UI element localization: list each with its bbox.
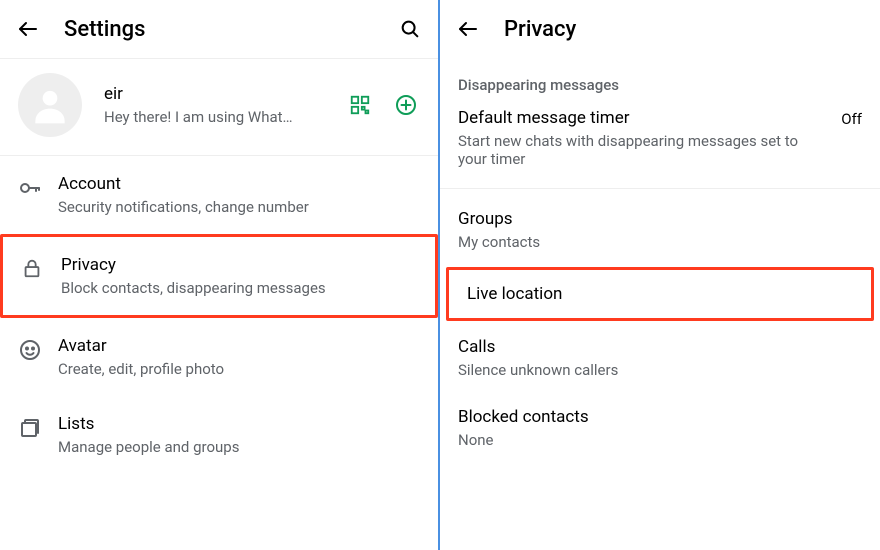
- privacy-panel: Privacy Disappearing messages Default me…: [440, 0, 880, 550]
- plus-circle-icon: [394, 93, 418, 117]
- live-location-item[interactable]: Live location: [446, 267, 874, 321]
- avatar: [18, 73, 82, 137]
- blocked-contacts-item[interactable]: Blocked contacts None: [440, 393, 880, 463]
- settings-header: Settings: [0, 0, 438, 58]
- search-button[interactable]: [396, 15, 424, 43]
- account-item[interactable]: Account Security notifications, change n…: [0, 156, 438, 234]
- key-icon: [18, 176, 42, 200]
- live-location-title: Live location: [467, 284, 853, 304]
- avatar-title: Avatar: [58, 336, 420, 356]
- calls-sub: Silence unknown callers: [458, 361, 862, 379]
- settings-panel: Settings eir Hey there! I am using What……: [0, 0, 440, 550]
- profile-actions: [346, 91, 420, 119]
- back-button[interactable]: [14, 15, 42, 43]
- groups-item[interactable]: Groups My contacts: [440, 195, 880, 265]
- face-icon: [18, 338, 42, 362]
- default-timer-title: Default message timer: [458, 108, 827, 128]
- person-icon: [28, 83, 72, 127]
- privacy-page-title: Privacy: [504, 17, 866, 42]
- lists-sub: Manage people and groups: [58, 438, 420, 456]
- search-icon: [399, 18, 421, 40]
- lists-title: Lists: [58, 414, 420, 434]
- blocked-sub: None: [458, 431, 862, 449]
- calls-item[interactable]: Calls Silence unknown callers: [440, 323, 880, 393]
- lists-item[interactable]: Lists Manage people and groups: [0, 396, 438, 474]
- arrow-back-icon: [456, 17, 480, 41]
- avatar-sub: Create, edit, profile photo: [58, 360, 420, 378]
- profile-name: eir: [104, 84, 338, 104]
- qr-code-icon: [349, 94, 371, 116]
- privacy-sub: Block contacts, disappearing messages: [61, 279, 417, 297]
- lock-icon: [21, 257, 43, 279]
- disappearing-section-header: Disappearing messages: [440, 58, 880, 100]
- privacy-title: Privacy: [61, 255, 417, 275]
- profile-text: eir Hey there! I am using What…: [104, 84, 338, 126]
- calls-title: Calls: [458, 337, 862, 357]
- account-title: Account: [58, 174, 420, 194]
- add-account-button[interactable]: [392, 91, 420, 119]
- lists-icon: [18, 416, 42, 440]
- profile-row[interactable]: eir Hey there! I am using What…: [0, 58, 438, 156]
- qr-code-button[interactable]: [346, 91, 374, 119]
- privacy-item[interactable]: Privacy Block contacts, disappearing mes…: [0, 234, 438, 318]
- privacy-header: Privacy: [440, 0, 880, 58]
- blocked-title: Blocked contacts: [458, 407, 862, 427]
- back-button-privacy[interactable]: [454, 15, 482, 43]
- profile-status: Hey there! I am using What…: [104, 108, 338, 126]
- account-sub: Security notifications, change number: [58, 198, 420, 216]
- avatar-item[interactable]: Avatar Create, edit, profile photo: [0, 318, 438, 396]
- divider: [440, 188, 880, 189]
- default-timer-item[interactable]: Default message timer Start new chats wi…: [440, 100, 880, 184]
- groups-sub: My contacts: [458, 233, 862, 251]
- arrow-back-icon: [16, 17, 40, 41]
- settings-title: Settings: [64, 17, 396, 42]
- default-timer-value: Off: [841, 108, 862, 128]
- groups-title: Groups: [458, 209, 862, 229]
- default-timer-sub: Start new chats with disappearing messag…: [458, 132, 827, 168]
